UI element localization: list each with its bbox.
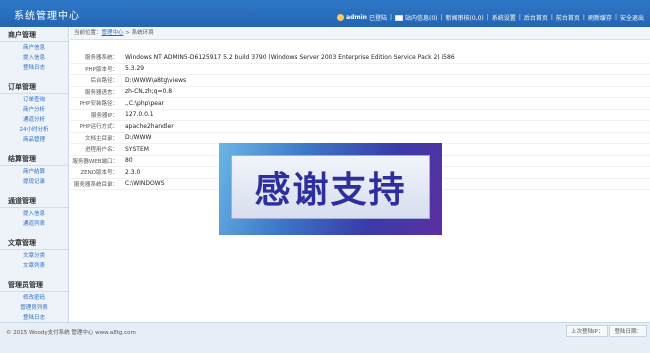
info-value: 5.3.29 xyxy=(125,65,145,73)
thanks-banner: 感谢支持 xyxy=(219,143,442,235)
sidebar-group-articles: 文章管理 文章分类 文章列表 xyxy=(0,235,68,271)
sidebar-group-title[interactable]: 结算管理 xyxy=(0,151,68,166)
divider: | xyxy=(582,14,585,21)
mail-icon xyxy=(395,14,403,21)
info-row: 后台路径： D:\WWW\a8tg\views xyxy=(70,75,650,87)
sidebar-item[interactable]: 商户分析 xyxy=(0,105,68,115)
sidebar-item[interactable]: 提入信息 xyxy=(0,53,68,63)
info-label: PHP安装路径： xyxy=(79,101,118,108)
info-value: D:/WWW xyxy=(125,134,152,142)
sidebar-item[interactable]: 24小时分析 xyxy=(0,125,68,135)
nav-logout[interactable]: 安全退出 xyxy=(620,13,644,22)
sidebar-group-settlement: 结算管理 商户结算 提现记录 xyxy=(0,151,68,187)
sidebar-group-title[interactable]: 管理员管理 xyxy=(0,277,68,292)
sidebar-group-title[interactable]: 订单管理 xyxy=(0,79,68,94)
footer: © 2015 Woody支付系统 管理中心 www.a8tg.com 上次登陆I… xyxy=(0,322,650,353)
copyright: © 2015 Woody支付系统 管理中心 www.a8tg.com xyxy=(6,330,136,336)
sidebar-item[interactable]: 登陆日志 xyxy=(0,63,68,73)
info-value: zh-CN,zh;q=0.8 xyxy=(125,88,173,96)
divider: | xyxy=(440,14,443,21)
info-value: D:\WWW\a8tg\views xyxy=(125,76,187,84)
last-login-info: 上次登陆IP： 登陆日期： xyxy=(565,325,647,337)
sidebar-group-title[interactable]: 通道管理 xyxy=(0,193,68,208)
nav-admin-home[interactable]: 后台首页 xyxy=(524,13,548,22)
breadcrumb-prefix: 当前位置： xyxy=(74,30,102,36)
info-row: 服务器语言： zh-CN,zh;q=0.8 xyxy=(70,87,650,98)
nav-messages[interactable]: 站内信息(0) xyxy=(405,13,438,22)
thanks-banner-panel: 感谢支持 xyxy=(231,155,430,219)
info-value: ,,C:\php\pear xyxy=(125,99,165,107)
sidebar-item[interactable]: 商户结算 xyxy=(0,167,68,177)
divider: | xyxy=(518,14,521,21)
info-label: PHP版本号： xyxy=(85,66,118,73)
info-label: 服务器系统目录： xyxy=(73,181,118,188)
nav-settings[interactable]: 系统设置 xyxy=(492,13,516,22)
sidebar-group-admins: 管理员管理 修改密码 管理员列表 登陆日志 xyxy=(0,277,68,323)
sidebar-item[interactable]: 商户信息 xyxy=(0,43,68,53)
sidebar-item[interactable]: 文章分类 xyxy=(0,251,68,261)
info-row: 服务器系统： Windows NT ADMIN5-D6125917 5.2 bui… xyxy=(70,52,650,64)
info-value: apache2handler xyxy=(125,122,174,130)
info-label: 后台路径： xyxy=(90,78,118,85)
last-login-ip: 上次登陆IP： xyxy=(566,325,609,337)
app-title: 系统管理中心 xyxy=(14,11,80,22)
breadcrumb-sep: > xyxy=(123,30,132,36)
top-header: 系统管理中心 admin 已登陆 | 站内信息(0) | 新闻审核(0,0) |… xyxy=(0,0,650,27)
divider: | xyxy=(486,14,489,21)
user-icon xyxy=(337,14,345,21)
sidebar-item[interactable]: 管理员列表 xyxy=(0,303,68,313)
info-label: ZEND版本号： xyxy=(80,170,118,177)
breadcrumb-link[interactable]: 管理中心 xyxy=(102,30,124,36)
sidebar-group-channel: 通道管理 提入信息 通道列表 xyxy=(0,193,68,229)
sidebar-item[interactable]: 修改密码 xyxy=(0,293,68,303)
divider: | xyxy=(614,14,617,21)
sidebar-group-merchant: 商户管理 商户信息 提入信息 登陆日志 xyxy=(0,27,68,73)
sidebar-item[interactable]: 提现记录 xyxy=(0,177,68,187)
sidebar-item[interactable]: 文章列表 xyxy=(0,261,68,271)
top-nav: admin 已登陆 | 站内信息(0) | 新闻审核(0,0) | 系统设置 |… xyxy=(337,13,644,22)
username: admin xyxy=(346,14,367,21)
info-row: PHP版本号： 5.3.29 xyxy=(70,64,650,75)
info-value: 127.0.0.1 xyxy=(125,111,154,119)
thanks-banner-text: 感谢支持 xyxy=(254,170,407,211)
sidebar-group-title[interactable]: 商户管理 xyxy=(0,27,68,42)
sidebar-item[interactable]: 商品管理 xyxy=(0,135,68,145)
breadcrumb-current: 系统环境 xyxy=(131,30,154,36)
info-value: Windows NT ADMIN5-D6125917 5.2 build 379… xyxy=(125,53,455,61)
sidebar-group-orders: 订单管理 订单查询 商户分析 通道分析 24小时分析 商品管理 xyxy=(0,79,68,145)
breadcrumb: 当前位置：管理中心 > 系统环境 xyxy=(70,27,650,40)
sidebar-group-title[interactable]: 文章管理 xyxy=(0,235,68,250)
info-label: 服务器WEB端口： xyxy=(72,158,118,165)
info-label: 文档主目录： xyxy=(84,135,118,142)
info-label: 服务器IP： xyxy=(91,112,118,119)
nav-refresh-cache[interactable]: 刷新缓存 xyxy=(588,13,612,22)
last-login-time: 登陆日期： xyxy=(609,325,647,337)
sidebar-item[interactable]: 提入信息 xyxy=(0,209,68,219)
info-label: 服务器系统： xyxy=(84,55,118,62)
divider: | xyxy=(389,14,392,21)
info-label: 服务器语言： xyxy=(84,89,118,96)
info-label: PHP运行方式： xyxy=(79,124,118,131)
info-row: PHP安装路径： ,,C:\php\pear xyxy=(70,98,650,110)
sidebar-item[interactable]: 通道列表 xyxy=(0,219,68,229)
info-row: 服务器IP： 127.0.0.1 xyxy=(70,110,650,121)
sidebar-item[interactable]: 订单查询 xyxy=(0,95,68,105)
nav-front-home[interactable]: 前台首页 xyxy=(556,13,580,22)
info-row: PHP运行方式： apache2handler xyxy=(70,121,650,133)
info-label: 进程用户名： xyxy=(84,147,118,154)
sidebar-item[interactable]: 通道分析 xyxy=(0,115,68,125)
sidebar: 商户管理 商户信息 提入信息 登陆日志 订单管理 订单查询 商户分析 通道分析 … xyxy=(0,27,69,322)
divider: | xyxy=(550,14,553,21)
nav-news-review[interactable]: 新闻审核(0,0) xyxy=(446,13,484,22)
login-status: 已登陆 xyxy=(368,15,387,22)
